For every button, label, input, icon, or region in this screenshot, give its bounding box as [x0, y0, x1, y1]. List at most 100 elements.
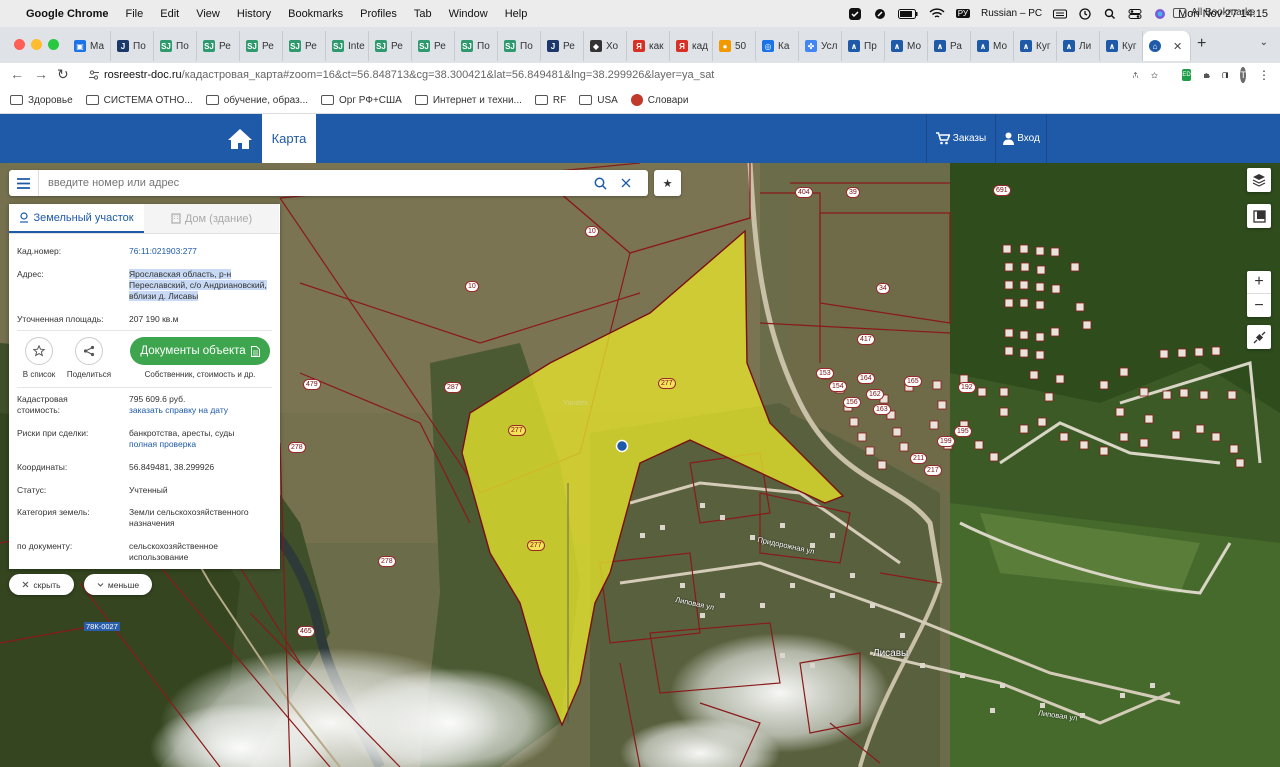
- browser-tab[interactable]: SJ Ре: [283, 31, 326, 61]
- measure-button[interactable]: [1247, 204, 1271, 228]
- browser-tab[interactable]: SJ Ре: [412, 31, 455, 61]
- parcel-number-label[interactable]: 10: [465, 281, 479, 292]
- bookmark-item[interactable]: Словари: [630, 94, 688, 106]
- parcel-number-label[interactable]: 153: [816, 368, 834, 379]
- browser-tab[interactable]: ◆ Хо: [584, 31, 627, 61]
- parcel-number-label[interactable]: 277: [508, 425, 526, 436]
- browser-tab[interactable]: SJ Inte: [326, 31, 369, 61]
- parcel-number-label[interactable]: 154: [829, 381, 847, 392]
- control-center-icon[interactable]: [1128, 8, 1142, 20]
- parcel-number-label[interactable]: 404: [795, 187, 813, 198]
- browser-tab[interactable]: SJ Ре: [369, 31, 412, 61]
- parcel-number-label[interactable]: 164: [857, 373, 875, 384]
- share-page-icon[interactable]: [1132, 71, 1139, 79]
- parcel-number-label[interactable]: 277: [527, 540, 545, 551]
- browser-tab[interactable]: ∧ Мо: [885, 31, 928, 61]
- input-source-label[interactable]: Russian – PC: [981, 8, 1042, 19]
- dropbox-icon[interactable]: [873, 8, 887, 20]
- new-tab-icon[interactable]: +: [1197, 35, 1206, 53]
- zoom-in-button[interactable]: +: [1247, 271, 1271, 294]
- parcel-number-label[interactable]: 465: [297, 626, 315, 637]
- browser-tab[interactable]: ∧ Куг: [1014, 31, 1057, 61]
- add-to-list-button[interactable]: [25, 337, 53, 365]
- parcel-number-label[interactable]: 39: [846, 187, 860, 198]
- parcel-number-label[interactable]: 195: [954, 426, 972, 437]
- extension-ed-icon[interactable]: ED: [1182, 69, 1191, 81]
- favorites-button[interactable]: ★: [654, 170, 681, 196]
- layers-button[interactable]: [1247, 168, 1271, 192]
- browser-tab-active[interactable]: ⌂ ✕: [1143, 31, 1191, 61]
- tab-search-icon[interactable]: ⌄: [1260, 37, 1268, 48]
- browser-tab[interactable]: ✤ Усл: [799, 31, 842, 61]
- address-text[interactable]: Ярославская область, р-н Переславский, с…: [129, 269, 267, 301]
- orders-button[interactable]: Заказы: [926, 114, 996, 163]
- menu-tab[interactable]: Tab: [414, 8, 432, 20]
- browser-tab[interactable]: SJ Ре: [197, 31, 240, 61]
- tab-land-plot[interactable]: Земельный участок: [9, 204, 144, 233]
- parcel-number-label[interactable]: 217: [924, 465, 942, 476]
- extensions-puzzle-icon[interactable]: [1203, 72, 1210, 79]
- browser-tab[interactable]: ∧ Куг: [1100, 31, 1143, 61]
- spotlight-search-icon[interactable]: [1103, 8, 1117, 20]
- battery-icon[interactable]: [897, 8, 918, 20]
- zoom-window-button[interactable]: [48, 39, 59, 50]
- side-panel-icon[interactable]: [1221, 71, 1229, 79]
- back-icon[interactable]: ←: [10, 66, 24, 82]
- parcel-number-label[interactable]: 417: [857, 334, 875, 345]
- parcel-number-label[interactable]: 287: [444, 382, 462, 393]
- browser-tab[interactable]: Якак: [627, 31, 670, 61]
- search-input[interactable]: [39, 177, 587, 189]
- menu-history[interactable]: History: [237, 8, 271, 20]
- search-icon[interactable]: [587, 170, 613, 196]
- minimize-window-button[interactable]: [31, 39, 42, 50]
- tab-map[interactable]: Карта: [262, 114, 316, 163]
- menu-edit[interactable]: Edit: [160, 8, 179, 20]
- chrome-menu-icon[interactable]: ⋮: [1258, 68, 1270, 82]
- parcel-number-label[interactable]: 199: [937, 436, 955, 447]
- bookmark-item[interactable]: RF: [534, 95, 566, 106]
- order-certificate-link[interactable]: заказать справку на дату: [129, 405, 279, 416]
- menu-profiles[interactable]: Profiles: [360, 8, 397, 20]
- menu-app-name[interactable]: Google Chrome: [26, 8, 109, 20]
- login-button[interactable]: Вход: [997, 114, 1047, 163]
- menu-view[interactable]: View: [196, 8, 220, 20]
- parcel-number-label[interactable]: 278: [288, 442, 306, 453]
- bookmark-item[interactable]: Здоровье: [10, 95, 73, 106]
- parcel-number-label[interactable]: 278: [378, 556, 396, 567]
- menu-file[interactable]: File: [126, 8, 144, 20]
- extension-bookmark-icon[interactable]: [1169, 68, 1171, 82]
- input-source-icon[interactable]: РУ: [955, 9, 970, 18]
- hide-panel-button[interactable]: скрыть: [9, 574, 74, 595]
- browser-tab[interactable]: ● 50: [713, 31, 756, 61]
- home-button[interactable]: [220, 114, 260, 163]
- profile-avatar[interactable]: T: [1240, 67, 1246, 83]
- parcel-number-label[interactable]: 277: [658, 378, 676, 389]
- browser-tab[interactable]: J Ре: [541, 31, 584, 61]
- zoom-out-button[interactable]: −: [1247, 294, 1271, 317]
- cadastral-number-link[interactable]: 76:11:021903:277: [129, 246, 279, 257]
- forward-icon[interactable]: →: [34, 66, 48, 82]
- close-tab-icon[interactable]: ✕: [1173, 40, 1182, 53]
- browser-tab[interactable]: SJ Ре: [240, 31, 283, 61]
- menu-icon[interactable]: [9, 170, 39, 196]
- address-bar[interactable]: rosreestr-doc.ru/кадастровая_карта#zoom=…: [80, 64, 1128, 86]
- tab-building[interactable]: Дом (здание): [144, 204, 279, 233]
- browser-tab[interactable]: ∧ Ра: [928, 31, 971, 61]
- browser-tab[interactable]: ▣ Ма: [68, 31, 111, 61]
- bookmark-item[interactable]: обучение, образ...: [205, 95, 308, 106]
- site-info-icon[interactable]: [88, 69, 100, 81]
- bookmark-item[interactable]: Интернет и техни...: [414, 95, 522, 106]
- menu-bookmarks[interactable]: Bookmarks: [288, 8, 343, 20]
- bookmark-item[interactable]: USA: [579, 95, 618, 106]
- browser-tab[interactable]: J По: [111, 31, 154, 61]
- browser-tab[interactable]: ∧ Мо: [971, 31, 1014, 61]
- less-info-button[interactable]: меньше: [84, 574, 152, 595]
- siri-icon[interactable]: [1153, 8, 1167, 20]
- wifi-icon[interactable]: [929, 7, 945, 20]
- parcel-number-label[interactable]: 162: [866, 389, 884, 400]
- parcel-number-label[interactable]: 192: [958, 382, 976, 393]
- all-bookmarks-folder[interactable]: All Bookmarks: [1173, 7, 1255, 18]
- parcel-number-label[interactable]: 10: [585, 226, 599, 237]
- parcel-number-label[interactable]: 34: [876, 283, 890, 294]
- bookmark-star-icon[interactable]: [1150, 71, 1158, 79]
